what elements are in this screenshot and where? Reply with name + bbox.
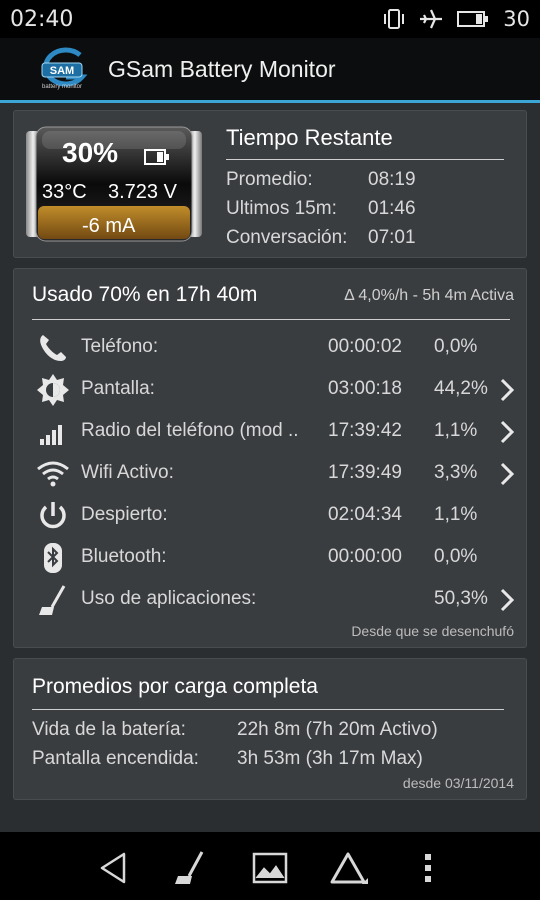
- usage-card: Usado 70% en 17h 40m Δ 4,0%/h - 5h 4m Ac…: [13, 268, 527, 648]
- app-logo[interactable]: SAM battery monitor: [36, 47, 88, 91]
- broom-icon[interactable]: [170, 848, 210, 888]
- averages-label: Pantalla encendida:: [32, 748, 199, 769]
- divider: [32, 709, 504, 710]
- usage-rate: Δ 4,0%/h - 5h 4m Activa: [344, 287, 514, 304]
- power-icon: [40, 502, 66, 529]
- svg-text:SAM: SAM: [50, 65, 74, 77]
- averages-footnote: desde 03/11/2014: [402, 775, 514, 791]
- status-bar: 02:40 30: [0, 0, 540, 38]
- chevron-right-icon[interactable]: [496, 377, 518, 403]
- delta-icon[interactable]: [328, 848, 368, 888]
- averages-value: 22h 8m (7h 20m Activo): [237, 719, 438, 740]
- usage-label: Pantalla:: [81, 378, 155, 399]
- gsam-logo-icon: SAM battery monitor: [41, 47, 88, 90]
- usage-percent: 50,3%: [434, 588, 488, 609]
- app-bar: SAM battery monitor GSam Battery Monitor: [0, 38, 540, 100]
- remaining-value: 01:46: [368, 198, 416, 219]
- svg-text:battery monitor: battery monitor: [42, 84, 82, 90]
- usage-row-awake[interactable]: Despierto: 02:04:34 1,1%: [14, 495, 528, 535]
- remaining-value: 08:19: [368, 169, 416, 190]
- usage-percent: 0,0%: [434, 546, 478, 567]
- usage-row-radio[interactable]: Radio del teléfono (mod .. 17:39:42 1,1%: [14, 411, 528, 451]
- usage-row-phone[interactable]: Teléfono: 00:00:02 0,0%: [14, 327, 528, 367]
- usage-duration: 17:39:49: [328, 462, 402, 483]
- battery-voltage: 3.723 V: [108, 181, 177, 203]
- usage-duration: 17:39:42: [328, 420, 402, 441]
- back-icon[interactable]: [94, 848, 134, 888]
- status-time: 02:40: [10, 6, 74, 32]
- broom-icon: [39, 585, 66, 615]
- overflow-menu-icon[interactable]: [408, 848, 448, 888]
- battery-temperature: 33°C: [42, 181, 87, 203]
- wifi-icon: [37, 461, 69, 487]
- battery-small-icon: [144, 149, 169, 165]
- usage-label: Despierto:: [81, 504, 168, 525]
- bluetooth-icon: [44, 543, 62, 573]
- chevron-right-icon[interactable]: [496, 461, 518, 487]
- usage-row-bluetooth[interactable]: Bluetooth: 00:00:00 0,0%: [14, 537, 528, 577]
- divider: [32, 319, 510, 320]
- battery-percent: 30%: [62, 137, 119, 168]
- remaining-row-last15: Ultimos 15m: 01:46: [226, 198, 416, 220]
- remaining-value: 07:01: [368, 227, 416, 248]
- averages-value: 3h 53m (3h 17m Max): [237, 748, 423, 769]
- chevron-right-icon[interactable]: [496, 587, 518, 613]
- brightness-icon: [37, 374, 69, 406]
- usage-percent: 1,1%: [434, 504, 478, 525]
- remaining-title: Tiempo Restante: [226, 125, 393, 150]
- usage-percent: 3,3%: [434, 462, 478, 483]
- averages-card: Promedios por carga completa Vida de la …: [13, 658, 527, 800]
- usage-footnote: Desde que se desenchufó: [351, 623, 514, 639]
- remaining-label: Ultimos 15m:: [226, 198, 337, 219]
- accent-divider: [0, 100, 540, 103]
- usage-row-screen[interactable]: Pantalla: 03:00:18 44,2%: [14, 369, 528, 409]
- usage-label: Uso de aplicaciones:: [81, 588, 257, 609]
- usage-percent: 0,0%: [434, 336, 478, 357]
- usage-title: Usado 70% en 17h 40m: [32, 283, 258, 306]
- image-icon[interactable]: [250, 848, 290, 888]
- usage-label: Radio del teléfono (mod ..: [81, 420, 299, 441]
- usage-row-wifi[interactable]: Wifi Activo: 17:39:49 3,3%: [14, 453, 528, 493]
- usage-label: Wifi Activo:: [81, 462, 174, 483]
- usage-label: Bluetooth:: [81, 546, 167, 567]
- averages-row-screen-on: Pantalla encendida: 3h 53m (3h 17m Max): [32, 748, 423, 770]
- usage-label: Teléfono:: [81, 336, 159, 357]
- remaining-row-average: Promedio: 08:19: [226, 169, 416, 191]
- usage-duration: 00:00:00: [328, 546, 402, 567]
- usage-duration: 03:00:18: [328, 378, 402, 399]
- usage-duration: 02:04:34: [328, 504, 402, 525]
- battery-current: -6 mA: [82, 215, 136, 237]
- averages-label: Vida de la batería:: [32, 719, 186, 740]
- divider: [226, 159, 504, 160]
- averages-title: Promedios por carga completa: [32, 675, 318, 698]
- app-title: GSam Battery Monitor: [108, 55, 336, 82]
- chevron-right-icon[interactable]: [496, 419, 518, 445]
- usage-percent: 1,1%: [434, 420, 478, 441]
- battery-card[interactable]: 30% 33°C 3.723 V -6 mA Tiempo Restante P…: [13, 110, 527, 258]
- remaining-label: Promedio:: [226, 169, 313, 190]
- airplane-icon: [420, 9, 443, 29]
- averages-row-battery-life: Vida de la batería: 22h 8m (7h 20m Activ…: [32, 719, 438, 741]
- usage-percent: 44,2%: [434, 378, 488, 399]
- phone-icon: [40, 335, 66, 361]
- usage-duration: 00:00:02: [328, 336, 402, 357]
- signal-icon: [40, 425, 62, 445]
- navigation-bar: [0, 832, 540, 900]
- remaining-label: Conversación:: [226, 227, 348, 248]
- battery-graphic: 30% 33°C 3.723 V -6 mA: [24, 125, 204, 243]
- battery-level-text: 30: [503, 7, 530, 31]
- vibrate-icon: [384, 9, 405, 29]
- remaining-row-talk: Conversación: 07:01: [226, 227, 416, 249]
- usage-row-apps[interactable]: Uso de aplicaciones: 50,3%: [14, 579, 528, 619]
- battery-icon: [457, 11, 489, 27]
